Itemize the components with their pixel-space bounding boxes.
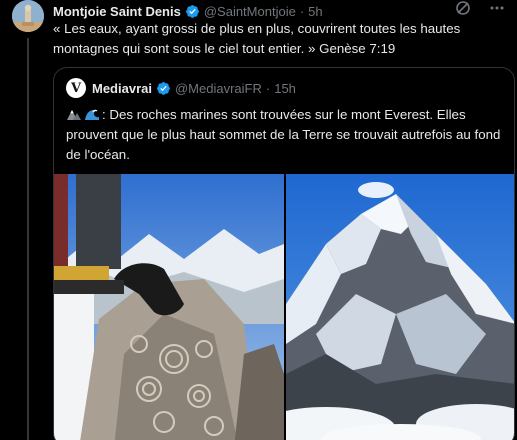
quote-text: : Des roches marines sont trouvées sur l…: [66, 105, 506, 165]
quote-header: V Mediavrai @MediavraiFR · 15h: [66, 78, 296, 98]
mountain-emoji-icon: [67, 110, 81, 120]
top-actions: [455, 0, 505, 21]
quote-author-handle[interactable]: @MediavraiFR: [175, 81, 262, 96]
author-handle[interactable]: @SaintMontjoie: [204, 4, 296, 19]
verified-badge-icon: [156, 81, 171, 96]
more-icon[interactable]: [489, 0, 505, 21]
fossil-rocks-photo[interactable]: [54, 174, 284, 440]
author-name[interactable]: Montjoie Saint Denis: [53, 4, 181, 19]
separator: ·: [265, 80, 271, 96]
emoji-group: [66, 106, 100, 122]
verified-badge-icon: [185, 4, 200, 19]
quote-author-name[interactable]: Mediavrai: [92, 81, 152, 96]
tweet[interactable]: Montjoie Saint Denis @SaintMontjoie · 5h…: [0, 0, 517, 440]
quote-text-body: : Des roches marines sont trouvées sur l…: [66, 107, 501, 162]
author-avatar[interactable]: [12, 0, 44, 32]
tweet-text: « Les eaux, ayant grossi de plus en plus…: [53, 21, 461, 56]
quote-time[interactable]: 15h: [274, 81, 296, 96]
media-grid: [54, 174, 514, 440]
quote-avatar[interactable]: V: [66, 78, 86, 98]
tweet-time[interactable]: 5h: [308, 4, 322, 19]
snowy-mountain-peak-photo[interactable]: [286, 174, 514, 440]
statue-avatar-icon: [12, 0, 44, 32]
wave-emoji-icon: [85, 109, 99, 120]
grok-icon[interactable]: [455, 0, 471, 21]
tweet-header: Montjoie Saint Denis @SaintMontjoie · 5h: [53, 2, 507, 20]
thread-line: [27, 38, 29, 440]
separator: ·: [299, 3, 305, 19]
quoted-tweet[interactable]: V Mediavrai @MediavraiFR · 15h : Des roc…: [53, 67, 515, 440]
